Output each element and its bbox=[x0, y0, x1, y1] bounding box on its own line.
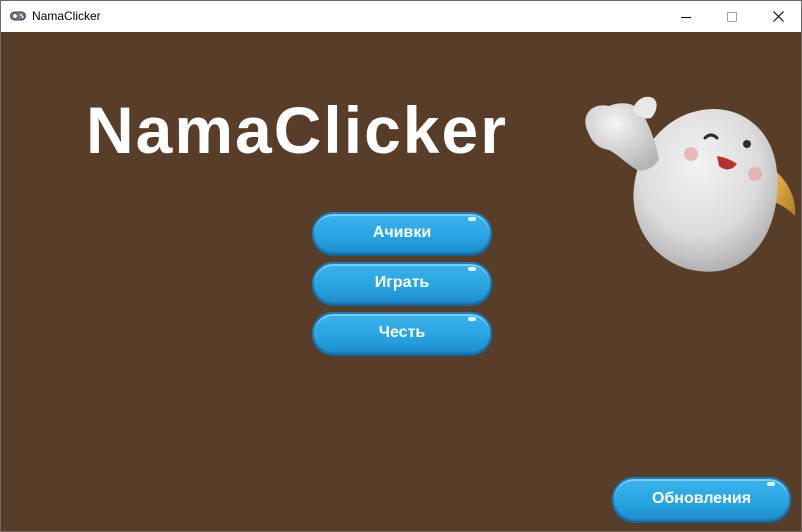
honor-label: Честь bbox=[378, 324, 426, 341]
honor-button[interactable]: Честь bbox=[312, 312, 492, 354]
play-button[interactable]: Играть bbox=[312, 262, 492, 304]
window-title: NamaClicker bbox=[32, 9, 101, 23]
maximize-icon bbox=[727, 11, 737, 22]
game-title: NamaClicker bbox=[86, 93, 508, 167]
button-shine bbox=[468, 217, 476, 221]
mascot-image bbox=[585, 96, 796, 272]
minimize-button[interactable] bbox=[663, 1, 709, 32]
updates-button[interactable]: Обновления bbox=[612, 477, 791, 521]
title-bar[interactable]: NamaClicker bbox=[1, 1, 801, 32]
maximize-button[interactable] bbox=[709, 1, 755, 32]
achievements-label: Ачивки bbox=[372, 224, 432, 241]
app-window: NamaClicker NamaClicker Ачивки Играть Че… bbox=[0, 0, 802, 532]
close-button[interactable] bbox=[755, 1, 801, 32]
button-shine bbox=[468, 267, 476, 271]
game-screen: NamaClicker Ачивки Играть Честь Обновлен… bbox=[1, 32, 801, 531]
minimize-icon bbox=[681, 16, 691, 18]
close-icon bbox=[772, 11, 784, 22]
play-label: Играть bbox=[374, 274, 430, 291]
achievements-button[interactable]: Ачивки bbox=[312, 212, 492, 254]
updates-label: Обновления bbox=[651, 490, 752, 507]
button-shine bbox=[468, 317, 476, 321]
button-shine bbox=[767, 482, 775, 486]
gamepad-icon bbox=[10, 11, 26, 21]
